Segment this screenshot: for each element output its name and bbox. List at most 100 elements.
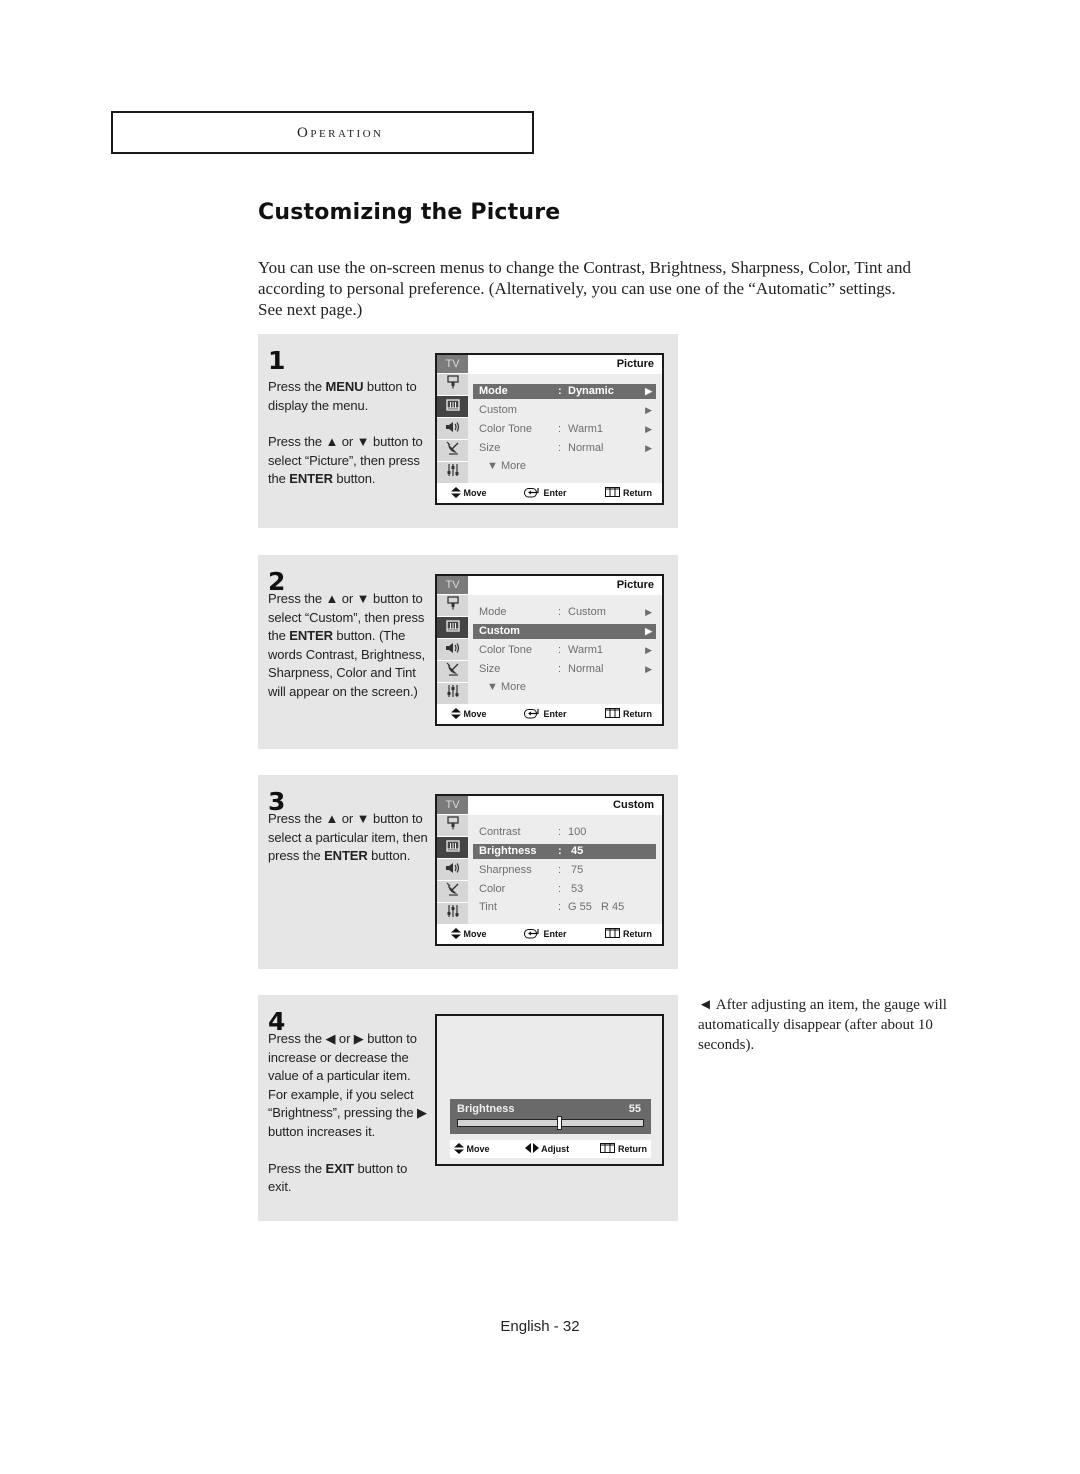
move-label: Move bbox=[466, 1144, 490, 1154]
menu-item-size[interactable]: Size: Normal ▶ bbox=[473, 662, 656, 677]
button-name: ENTER bbox=[289, 471, 333, 487]
sidebar-item-picture[interactable] bbox=[437, 617, 468, 639]
instruction-paragraph: Press the ◀ or ▶ button to increase or d… bbox=[268, 1030, 428, 1086]
channel-icon bbox=[446, 662, 460, 681]
menu-item-color-tone[interactable]: Color Tone: Warm1 ▶ bbox=[473, 422, 656, 437]
menu-item-label: Color Tone bbox=[479, 644, 532, 656]
menu-item-value: Warm1 bbox=[568, 423, 604, 435]
instruction-paragraph: Press the ▲ or ▼ button to select “Custo… bbox=[268, 590, 428, 702]
enter-icon bbox=[524, 709, 541, 719]
instruction-text: Press the bbox=[268, 379, 326, 394]
menu-item-value: Normal bbox=[568, 663, 604, 675]
sound-icon bbox=[445, 861, 460, 879]
separator: : bbox=[558, 644, 562, 656]
side-note: ◄ After adjusting an item, the gauge wil… bbox=[698, 997, 947, 1053]
sidebar-item-sound[interactable] bbox=[437, 418, 468, 440]
sidebar-item-input[interactable] bbox=[437, 374, 468, 396]
osd-title: Picture bbox=[468, 576, 662, 595]
menu-item-custom[interactable]: Custom ▶ bbox=[473, 403, 656, 418]
menu-item-label: Size bbox=[479, 442, 501, 454]
separator: : bbox=[558, 845, 562, 857]
menu-item-value: Warm1 bbox=[568, 644, 604, 656]
menu-item-value: 100 bbox=[568, 826, 587, 838]
sidebar-item-input[interactable] bbox=[437, 595, 468, 617]
chevron-right-icon: ▶ bbox=[645, 645, 652, 655]
return-label: Return bbox=[623, 709, 652, 719]
menu-item-size[interactable]: Size: Normal ▶ bbox=[473, 441, 656, 456]
sidebar-item-channel[interactable] bbox=[437, 661, 468, 683]
input-icon bbox=[446, 375, 460, 394]
menu-item-custom[interactable]: Custom ▶ bbox=[473, 624, 656, 639]
sidebar-item-sound[interactable] bbox=[437, 859, 468, 881]
menu-item-value: Custom bbox=[568, 606, 606, 618]
gauge-slider-track[interactable] bbox=[457, 1116, 644, 1130]
return-icon bbox=[605, 928, 621, 939]
menu-item-contrast[interactable]: Contrast:100 bbox=[473, 825, 656, 840]
sidebar-item-picture[interactable] bbox=[437, 396, 468, 418]
instruction-paragraph: Press the ▲ or ▼ button to select “Pictu… bbox=[268, 433, 428, 489]
osd-title: Custom bbox=[468, 796, 662, 815]
instruction-text: Press the ◀ or ▶ button to increase or d… bbox=[268, 1031, 417, 1084]
menu-item-more[interactable]: ▼ More bbox=[473, 680, 656, 695]
move-hint: Move bbox=[451, 924, 487, 944]
sidebar-item-input[interactable] bbox=[437, 815, 468, 837]
sidebar-item-setup[interactable] bbox=[437, 462, 468, 484]
sidebar-item-sound[interactable] bbox=[437, 639, 468, 661]
separator: : bbox=[558, 606, 562, 618]
adjust-label: Adjust bbox=[541, 1144, 570, 1154]
move-label: Move bbox=[463, 709, 487, 719]
sidebar-item-channel[interactable] bbox=[437, 881, 468, 903]
menu-item-mode[interactable]: Mode: Custom ▶ bbox=[473, 605, 656, 620]
instruction-text: button. bbox=[367, 848, 411, 864]
menu-item-sharpness[interactable]: Sharpness: 75 bbox=[473, 863, 656, 878]
osd-sidebar: TV bbox=[437, 796, 468, 926]
channel-icon bbox=[446, 441, 460, 460]
sidebar-item-setup[interactable] bbox=[437, 683, 468, 705]
return-hint: Return bbox=[605, 704, 652, 724]
separator: : bbox=[558, 826, 562, 838]
enter-hint: Enter bbox=[524, 704, 567, 724]
menu-item-label: Mode bbox=[479, 606, 507, 618]
chevron-right-icon: ▶ bbox=[645, 424, 652, 434]
gauge-value: 55 bbox=[628, 1103, 641, 1115]
channel-icon bbox=[446, 882, 460, 901]
enter-icon bbox=[524, 929, 541, 939]
button-name: ENTER bbox=[324, 848, 368, 864]
instruction-text: For example, if you select “Brightness”,… bbox=[268, 1086, 427, 1139]
osd-footer: Move Enter Return bbox=[437, 704, 662, 724]
enter-hint: Enter bbox=[524, 483, 567, 503]
section-label: Operation bbox=[297, 125, 384, 141]
adjust-hint: Adjust bbox=[525, 1140, 569, 1158]
chevron-right-icon: ▶ bbox=[645, 443, 652, 453]
osd-menu-list: Mode: Custom ▶ Custom ▶ Color Tone: Warm1 ▶ Size… bbox=[468, 595, 662, 706]
menu-item-label: Contrast bbox=[479, 826, 521, 838]
menu-item-mode[interactable]: Mode: Dynamic ▶ bbox=[473, 384, 656, 399]
menu-item-label: Tint bbox=[479, 901, 497, 913]
menu-item-color[interactable]: Color: 53 bbox=[473, 882, 656, 897]
instruction-paragraph: Press the EXIT button to exit. bbox=[268, 1160, 428, 1197]
menu-item-tint[interactable]: Tint: G 55 R 45 bbox=[473, 900, 656, 915]
intro-paragraph: You can use the on-screen menus to chang… bbox=[258, 258, 911, 319]
separator: : bbox=[558, 442, 562, 454]
step-3-panel: 3 Press the ▲ or ▼ button to select a par… bbox=[258, 775, 678, 969]
picture-icon bbox=[445, 619, 460, 637]
sidebar-item-channel[interactable] bbox=[437, 440, 468, 462]
gauge-slider-thumb[interactable] bbox=[556, 1116, 562, 1130]
gauge-footer: Move Adjust Return bbox=[450, 1140, 651, 1158]
section-header-box: Operation bbox=[111, 111, 534, 154]
menu-item-value: Normal bbox=[568, 442, 604, 454]
menu-item-value: Dynamic bbox=[568, 385, 614, 397]
sidebar-item-picture[interactable] bbox=[437, 837, 468, 859]
menu-item-label: Brightness bbox=[479, 845, 537, 857]
move-label: Move bbox=[463, 929, 487, 939]
menu-item-color-tone[interactable]: Color Tone: Warm1 ▶ bbox=[473, 643, 656, 658]
sidebar-item-setup[interactable] bbox=[437, 903, 468, 925]
menu-item-value: 45 bbox=[568, 845, 584, 857]
osd-title: Picture bbox=[468, 355, 662, 374]
separator: : bbox=[558, 901, 562, 913]
menu-item-brightness[interactable]: Brightness: 45 bbox=[473, 844, 656, 859]
return-icon bbox=[600, 1143, 616, 1154]
menu-item-more[interactable]: ▼ More bbox=[473, 459, 656, 474]
enter-label: Enter bbox=[543, 709, 567, 719]
setup-icon bbox=[446, 684, 460, 703]
